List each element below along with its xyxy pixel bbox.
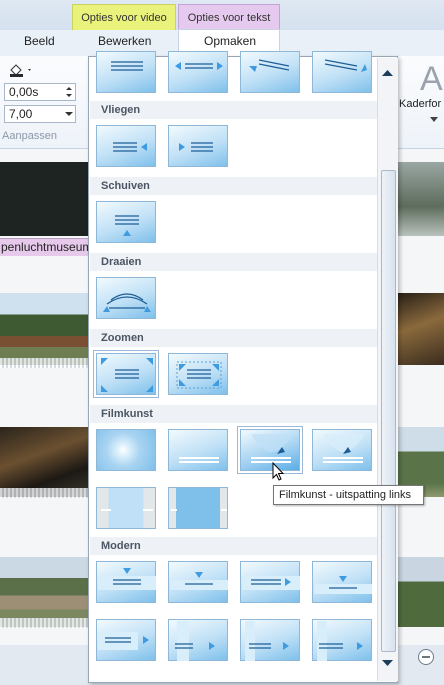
audio-waveform [0, 488, 90, 498]
gallery-tile-top-3[interactable] [240, 51, 300, 93]
context-tab-text-label: Opties voor tekst [187, 12, 271, 24]
start-time-spinner-icon[interactable] [64, 84, 74, 103]
caption-text: penluchtmuseum [1, 240, 93, 254]
gallery-tile-modern-1[interactable] [96, 561, 156, 603]
gallery-tile-filmkunst-1[interactable] [96, 429, 156, 471]
gallery-tile-modern-5[interactable] [96, 619, 156, 661]
scrollbar-thumb[interactable] [381, 170, 396, 652]
clip-thumbnail-2[interactable] [0, 293, 90, 365]
text-effect-big-letter: A [420, 60, 443, 98]
tab-opmaken[interactable]: Opmaken [204, 34, 256, 48]
gallery-tile-modern-8[interactable] [312, 619, 372, 661]
section-title-modern: Modern [101, 540, 141, 552]
clip-thumbnail-4[interactable] [0, 557, 90, 627]
gallery-tile-top-4[interactable] [312, 51, 372, 93]
gallery-tile-draaien-1[interactable] [96, 277, 156, 319]
context-tab-video-options[interactable]: Opties voor video [72, 4, 176, 31]
gallery-tile-modern-2[interactable] [168, 561, 228, 603]
tooltip: Filmkunst - uitspatting links [273, 485, 424, 505]
gallery-tile-modern-7[interactable] [240, 619, 300, 661]
text-color-icon[interactable] [8, 62, 34, 81]
caption-bar[interactable]: penluchtmuseum [0, 238, 93, 256]
gallery-tile-modern-6[interactable] [168, 619, 228, 661]
context-tab-video-label: Opties voor video [81, 12, 167, 24]
gallery-tile-modern-4[interactable] [312, 561, 372, 603]
animation-gallery-dropdown: Vliegen Schuiven Draaien Zoomen Filmkuns… [88, 51, 398, 683]
clip-thumbnail-6[interactable] [398, 293, 444, 365]
gallery-tile-vliegen-2[interactable] [168, 125, 228, 167]
gallery-scrollbar[interactable] [377, 58, 398, 681]
gallery-tile-filmkunst-5[interactable] [96, 487, 156, 529]
gallery-tile-zoomen-2[interactable] [168, 353, 228, 395]
gallery-tile-top-2[interactable] [168, 51, 228, 93]
audio-waveform [0, 618, 90, 628]
clip-thumbnail-5[interactable] [398, 162, 444, 236]
gallery-tile-schuiven-1[interactable] [96, 201, 156, 243]
group-label-adjust: Aanpassen [2, 130, 58, 142]
clip-thumbnail-8[interactable] [398, 557, 444, 627]
section-title-zoomen: Zoomen [101, 332, 144, 344]
gallery-tile-filmkunst-6[interactable] [168, 487, 228, 529]
kaderformaat-dropdown-icon[interactable] [430, 112, 438, 126]
gallery-tile-top-1[interactable] [96, 51, 156, 93]
scroll-up-icon[interactable] [382, 66, 393, 80]
clip-thumbnail-1[interactable] [0, 162, 90, 236]
section-title-draaien: Draaien [101, 256, 142, 268]
zoom-out-icon[interactable] [417, 648, 435, 669]
gallery-tile-vliegen-1[interactable] [96, 125, 156, 167]
scroll-down-icon[interactable] [382, 656, 393, 670]
kaderformaat-label: Kaderfor [399, 98, 442, 110]
gallery-tile-filmkunst-4[interactable] [312, 429, 372, 471]
section-title-schuiven: Schuiven [101, 180, 150, 192]
tab-beeld[interactable]: Beeld [24, 34, 55, 48]
gallery-tile-filmkunst-uitspatting-links[interactable] [237, 426, 303, 474]
section-title-vliegen: Vliegen [101, 104, 141, 116]
gallery-tile-filmkunst-2[interactable] [168, 429, 228, 471]
gallery-tile-zoomen-1[interactable] [93, 350, 159, 398]
mouse-cursor-icon [272, 461, 286, 485]
start-time-value: 0,00s [9, 85, 39, 99]
gallery-tile-modern-3[interactable] [240, 561, 300, 603]
clip-thumbnail-3[interactable] [0, 427, 90, 497]
duration-value: 7,00 [9, 107, 33, 121]
duration-dropdown-icon[interactable] [64, 108, 74, 122]
context-tab-text-options[interactable]: Opties voor tekst [178, 4, 280, 31]
section-title-filmkunst: Filmkunst [101, 408, 153, 420]
tab-bewerken[interactable]: Bewerken [98, 34, 151, 48]
audio-waveform [0, 358, 90, 368]
